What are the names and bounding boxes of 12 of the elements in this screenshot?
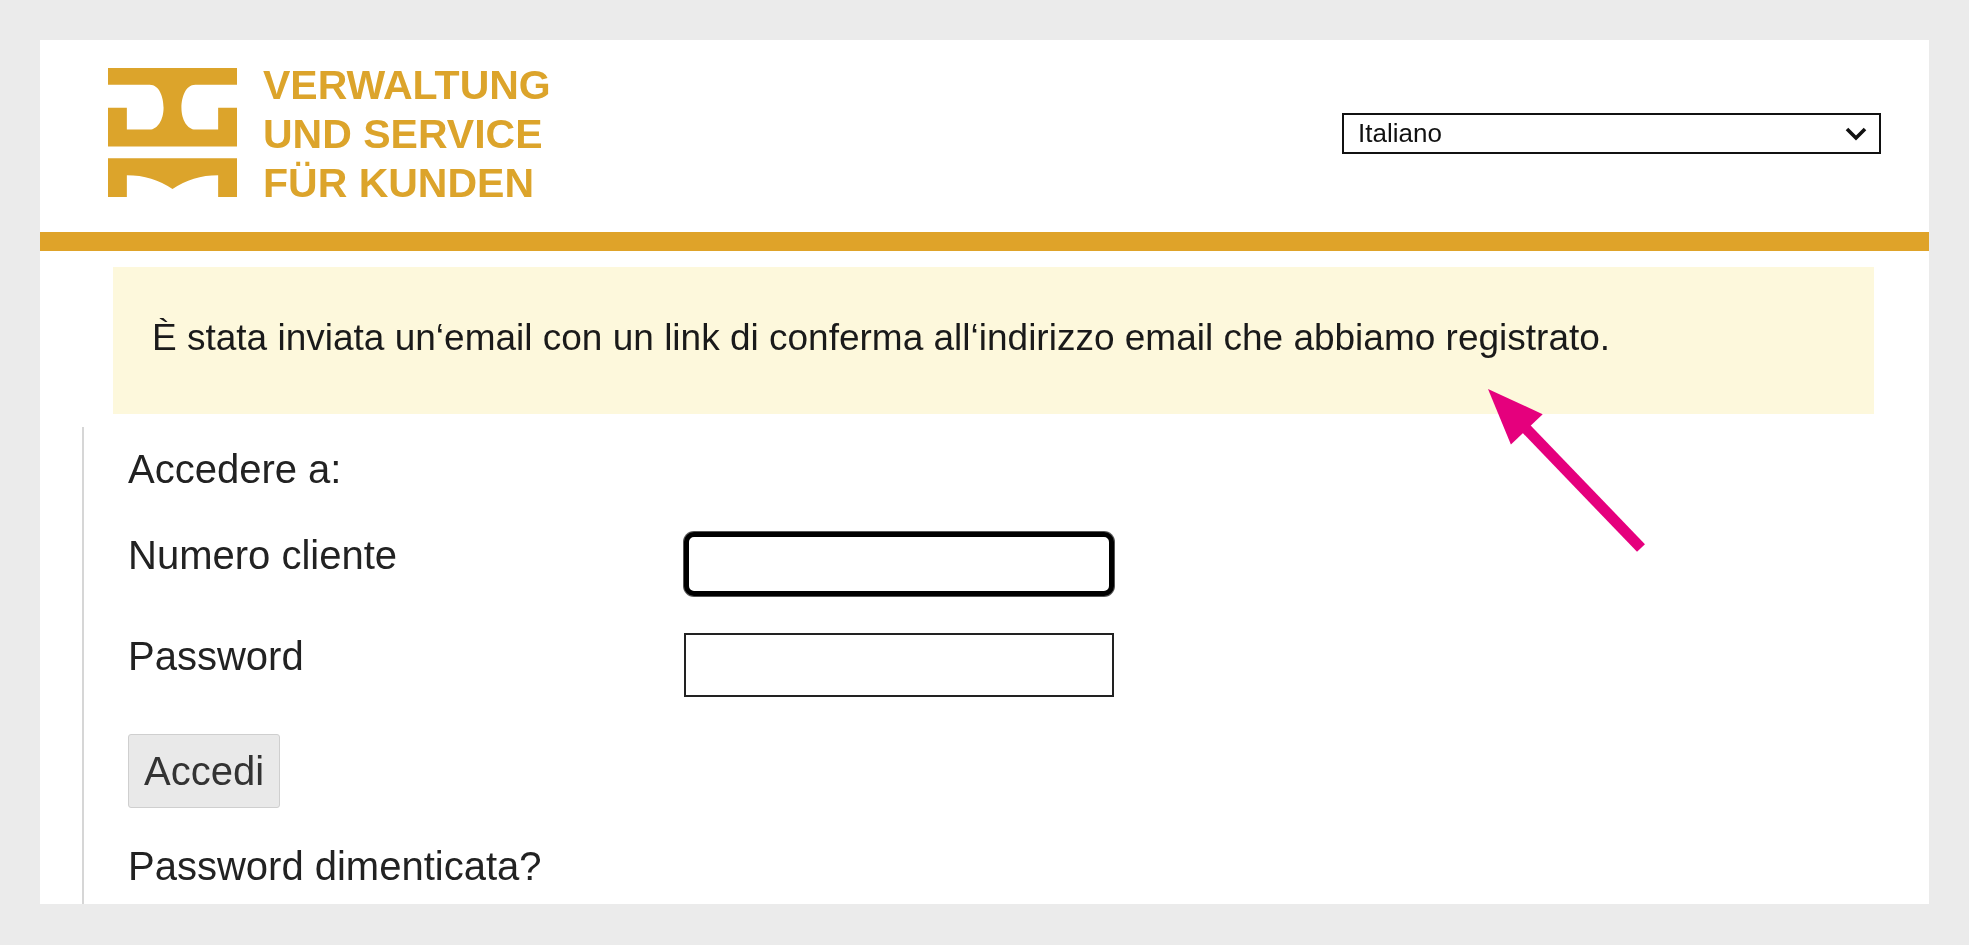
language-select[interactable]: Italiano: [1342, 113, 1881, 154]
field-label: Numero cliente: [128, 532, 398, 578]
chevron-down-icon: [1845, 126, 1867, 141]
forgot-password-link[interactable]: Password dimenticata?: [128, 843, 542, 889]
notice-message: È stata inviata un‘email con un link di conferma all‘indirizzo email che abbiamo registrato.: [152, 315, 1611, 360]
logo-wordmark: VERWALTUNG UND SERVICE FÜR KUNDEN: [263, 61, 551, 208]
password-field[interactable]: [684, 633, 1114, 697]
logo-icon: [108, 68, 237, 197]
login-button[interactable]: Accedi: [128, 734, 280, 808]
field-label: Password: [128, 633, 305, 679]
customer-number-field[interactable]: [684, 532, 1114, 596]
form-heading: Accedere a:: [128, 446, 342, 492]
